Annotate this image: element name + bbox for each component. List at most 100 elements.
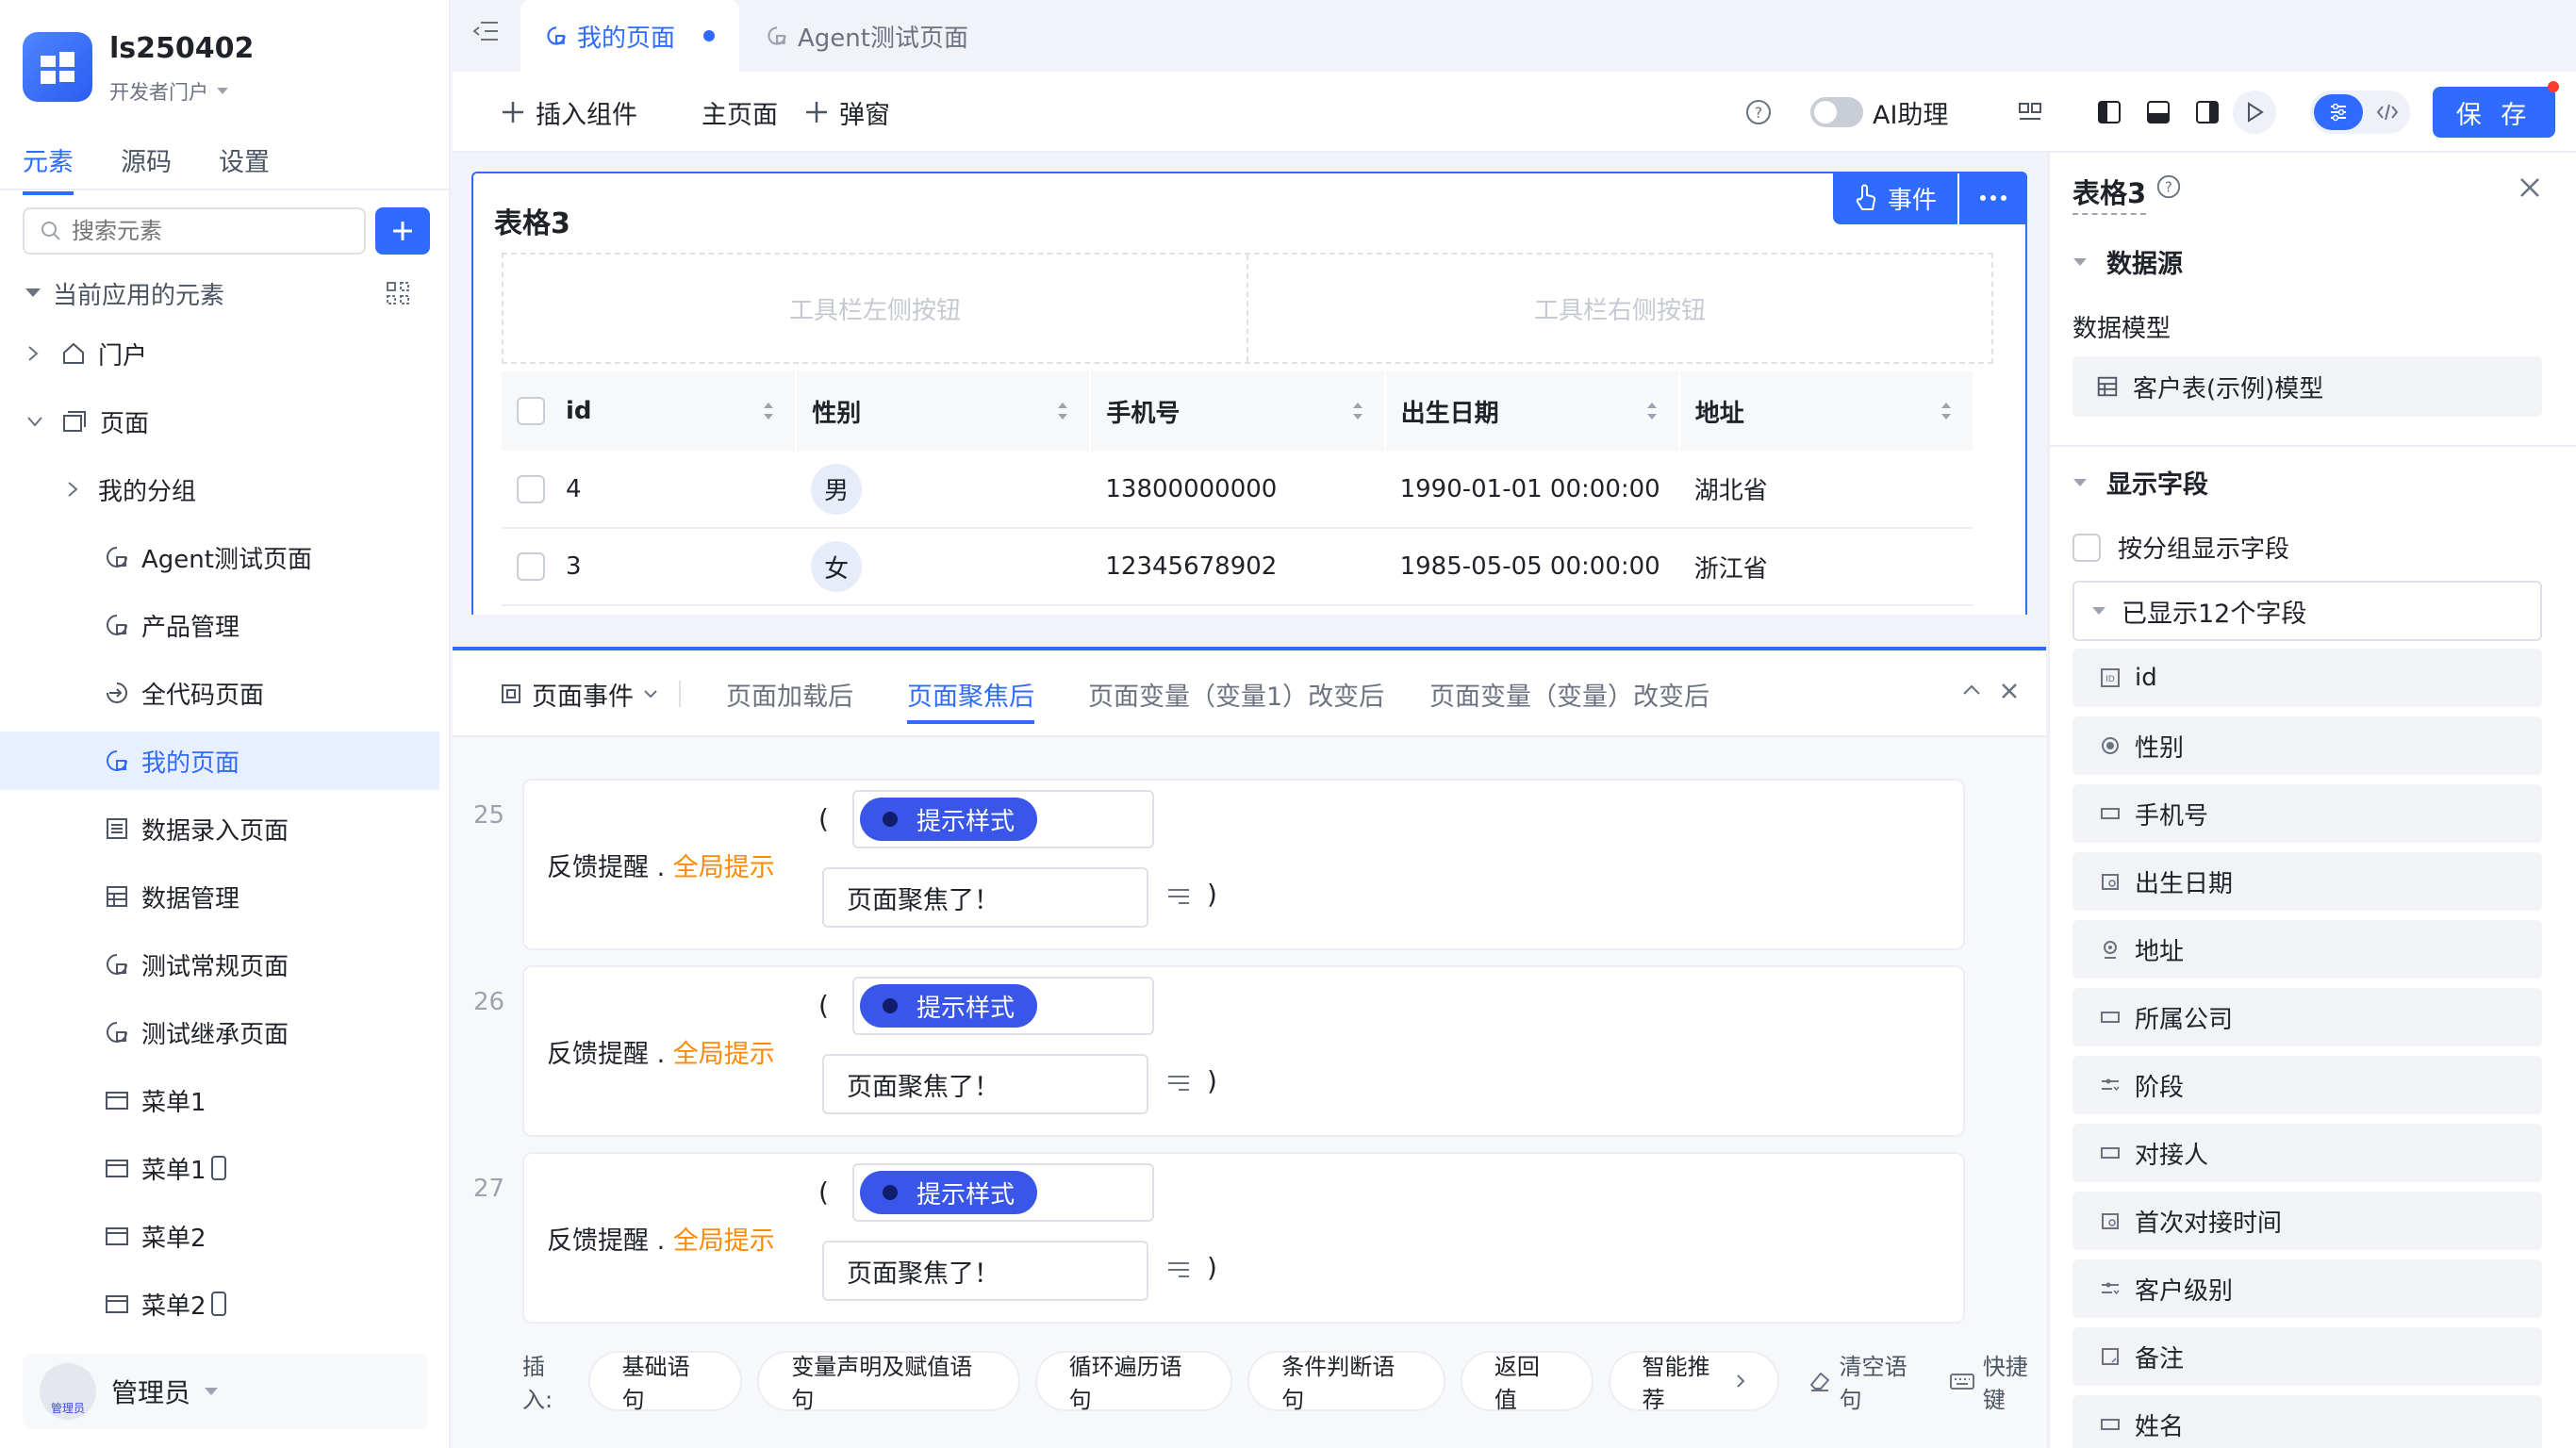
smart-recommend-button[interactable]: 智能推荐 [1608, 1351, 1779, 1413]
tree-item-product[interactable]: 产品管理 [0, 596, 439, 654]
field-item-stage[interactable]: 阶段 [2072, 1056, 2542, 1114]
code-mode-icon[interactable] [2369, 94, 2406, 130]
expression-icon[interactable] [1165, 1073, 1192, 1094]
select-all-checkbox[interactable] [517, 397, 545, 425]
action-target[interactable]: 全局提示 [673, 1226, 775, 1256]
tree-item-menu2-mobile[interactable]: 菜单2 [0, 1275, 439, 1333]
row-checkbox[interactable] [517, 474, 545, 503]
event-button[interactable]: 事件 [1832, 172, 1957, 224]
column-header-birth[interactable]: 出生日期 [1384, 371, 1680, 451]
insert-condition-button[interactable]: 条件判断语句 [1247, 1351, 1445, 1413]
message-input[interactable]: 页面聚焦了！ [822, 867, 1148, 928]
insert-loop-button[interactable]: 循环遍历语句 [1034, 1351, 1233, 1413]
component-name[interactable]: 表格3 [2072, 172, 2147, 215]
style-chip[interactable]: 提示样式 [860, 798, 1038, 841]
tree-item-test-normal[interactable]: 测试常规页面 [0, 935, 439, 994]
tree-item-menu1[interactable]: 菜单1 [0, 1071, 439, 1129]
field-item-name[interactable]: 姓名 [2072, 1395, 2542, 1448]
style-param-box[interactable]: 提示样式 [852, 977, 1154, 1035]
search-input[interactable] [72, 218, 355, 244]
tab-my-page[interactable]: 我的页面 [520, 0, 740, 72]
insert-component-button[interactable]: 插入组件 [500, 72, 637, 153]
tab-page-focused[interactable]: 页面聚焦后 [907, 650, 1034, 737]
model-select[interactable]: 客户表(示例)模型 [2072, 356, 2542, 417]
expression-icon[interactable] [1165, 886, 1192, 907]
sort-icon[interactable] [1939, 399, 1954, 423]
left-panel-icon[interactable] [2095, 98, 2123, 126]
popup-button[interactable]: 弹窗 [803, 72, 890, 153]
column-header-id[interactable]: id [502, 371, 798, 451]
shortcut-button[interactable]: 快捷键 [1949, 1348, 2046, 1414]
tab-source[interactable]: 源码 [121, 141, 172, 195]
sort-icon[interactable] [1055, 399, 1070, 423]
layout-icon[interactable] [2016, 98, 2044, 126]
field-item-address[interactable]: 地址 [2072, 920, 2542, 979]
collapse-sidebar-icon[interactable] [471, 19, 500, 43]
tab-var-changed[interactable]: 页面变量（变量）改变后 [1429, 650, 1709, 737]
toolbar-right-slot[interactable]: 工具栏右侧按钮 [1247, 255, 1991, 362]
tree-item-agent-test[interactable]: Agent测试页面 [0, 528, 439, 586]
tree-item-data-entry[interactable]: 数据录入页面 [0, 799, 439, 858]
tab-elements[interactable]: 元素 [23, 141, 74, 195]
field-item-id[interactable]: ID id [2072, 649, 2542, 707]
tree-item-data-manage[interactable]: 数据管理 [0, 867, 439, 926]
checkbox[interactable] [2072, 533, 2101, 562]
table-component[interactable]: 表格3 事件 工具栏左侧按钮 工具栏右侧按钮 id 性别 手机号 出生日期 地址 [471, 172, 2027, 615]
tab-settings[interactable]: 设置 [219, 141, 270, 195]
table-row[interactable]: 4 男 13800000000 1990-01-01 00:00:00 湖北省 [502, 451, 1973, 529]
toolbar-left-slot[interactable]: 工具栏左侧按钮 [504, 255, 1247, 362]
action-target[interactable]: 全局提示 [673, 853, 775, 882]
close-icon[interactable] [1999, 681, 2020, 701]
field-item-remark[interactable]: 备注 [2072, 1327, 2542, 1386]
main-page-button[interactable]: 主页面 [702, 72, 778, 153]
style-chip[interactable]: 提示样式 [860, 984, 1038, 1028]
row-checkbox[interactable] [517, 552, 545, 581]
visual-mode-icon[interactable] [2314, 94, 2363, 130]
tree-item-pages[interactable]: 页面 [0, 392, 439, 451]
tree-item-test-inherit[interactable]: 测试继承页面 [0, 1003, 439, 1061]
insert-return-button[interactable]: 返回值 [1460, 1351, 1593, 1413]
feedback-statement[interactable]: 反馈提醒 . 全局提示 ( 提示样式 页面聚焦了！ ) [522, 1152, 1965, 1324]
page-events-dropdown[interactable]: 页面事件 [500, 650, 681, 737]
feedback-statement[interactable]: 反馈提醒 . 全局提示 ( 提示样式 页面聚焦了！ ) [522, 779, 1965, 950]
action-target[interactable]: 全局提示 [673, 1040, 775, 1069]
section-current-app[interactable]: 当前应用的元素 [0, 264, 439, 322]
sort-icon[interactable] [1350, 399, 1365, 423]
insert-variable-button[interactable]: 变量声明及赋值语句 [757, 1351, 1020, 1413]
column-header-phone[interactable]: 手机号 [1090, 371, 1386, 451]
sort-icon[interactable] [761, 399, 776, 423]
field-item-level[interactable]: 客户级别 [2072, 1259, 2542, 1318]
ai-assistant-toggle[interactable]: AI助理 [1810, 72, 1948, 153]
shown-fields-toggle[interactable]: 已显示12个字段 [2072, 581, 2542, 641]
tree-item-menu1-mobile[interactable]: 菜单1 [0, 1139, 439, 1197]
sort-icon[interactable] [1644, 399, 1660, 423]
save-button[interactable]: 保 存 [2433, 87, 2555, 138]
toggle-switch[interactable] [1810, 97, 1863, 127]
style-param-box[interactable]: 提示样式 [852, 790, 1154, 848]
field-item-phone[interactable]: 手机号 [2072, 784, 2542, 843]
close-icon[interactable] [2518, 175, 2542, 200]
tree-item-fullcode[interactable]: 全代码页面 [0, 664, 439, 722]
tab-var1-changed[interactable]: 页面变量（变量1）改变后 [1088, 650, 1384, 737]
message-input[interactable]: 页面聚焦了！ [822, 1241, 1148, 1301]
bottom-panel-icon[interactable] [2144, 98, 2172, 126]
column-header-gender[interactable]: 性别 [796, 371, 1092, 451]
field-item-gender[interactable]: 性别 [2072, 716, 2542, 775]
feedback-statement[interactable]: 反馈提醒 . 全局提示 ( 提示样式 页面聚焦了！ ) [522, 965, 1965, 1137]
tab-page-loaded[interactable]: 页面加载后 [726, 650, 853, 737]
tree-view-icon[interactable] [385, 280, 411, 306]
tree-item-menu2[interactable]: 菜单2 [0, 1207, 439, 1265]
chevron-up-icon[interactable] [1961, 683, 1982, 698]
field-item-contact[interactable]: 对接人 [2072, 1124, 2542, 1182]
right-panel-icon[interactable] [2193, 98, 2221, 126]
message-input[interactable]: 页面聚焦了！ [822, 1054, 1148, 1114]
portal-switcher[interactable]: 开发者门户 [109, 77, 229, 106]
help-icon[interactable]: ? [2155, 173, 2182, 200]
table-row[interactable]: 3 女 12345678902 1985-05-05 00:00:00 浙江省 [502, 528, 1973, 606]
insert-basic-button[interactable]: 基础语句 [587, 1351, 743, 1413]
clear-statements-button[interactable]: 清空语句 [1808, 1348, 1924, 1414]
user-menu[interactable]: 管理员 管理员 [23, 1354, 428, 1429]
tree-item-my-group[interactable]: 我的分组 [0, 460, 439, 518]
tab-agent-test[interactable]: Agent测试页面 [741, 0, 993, 72]
field-item-birth[interactable]: 出生日期 [2072, 852, 2542, 911]
